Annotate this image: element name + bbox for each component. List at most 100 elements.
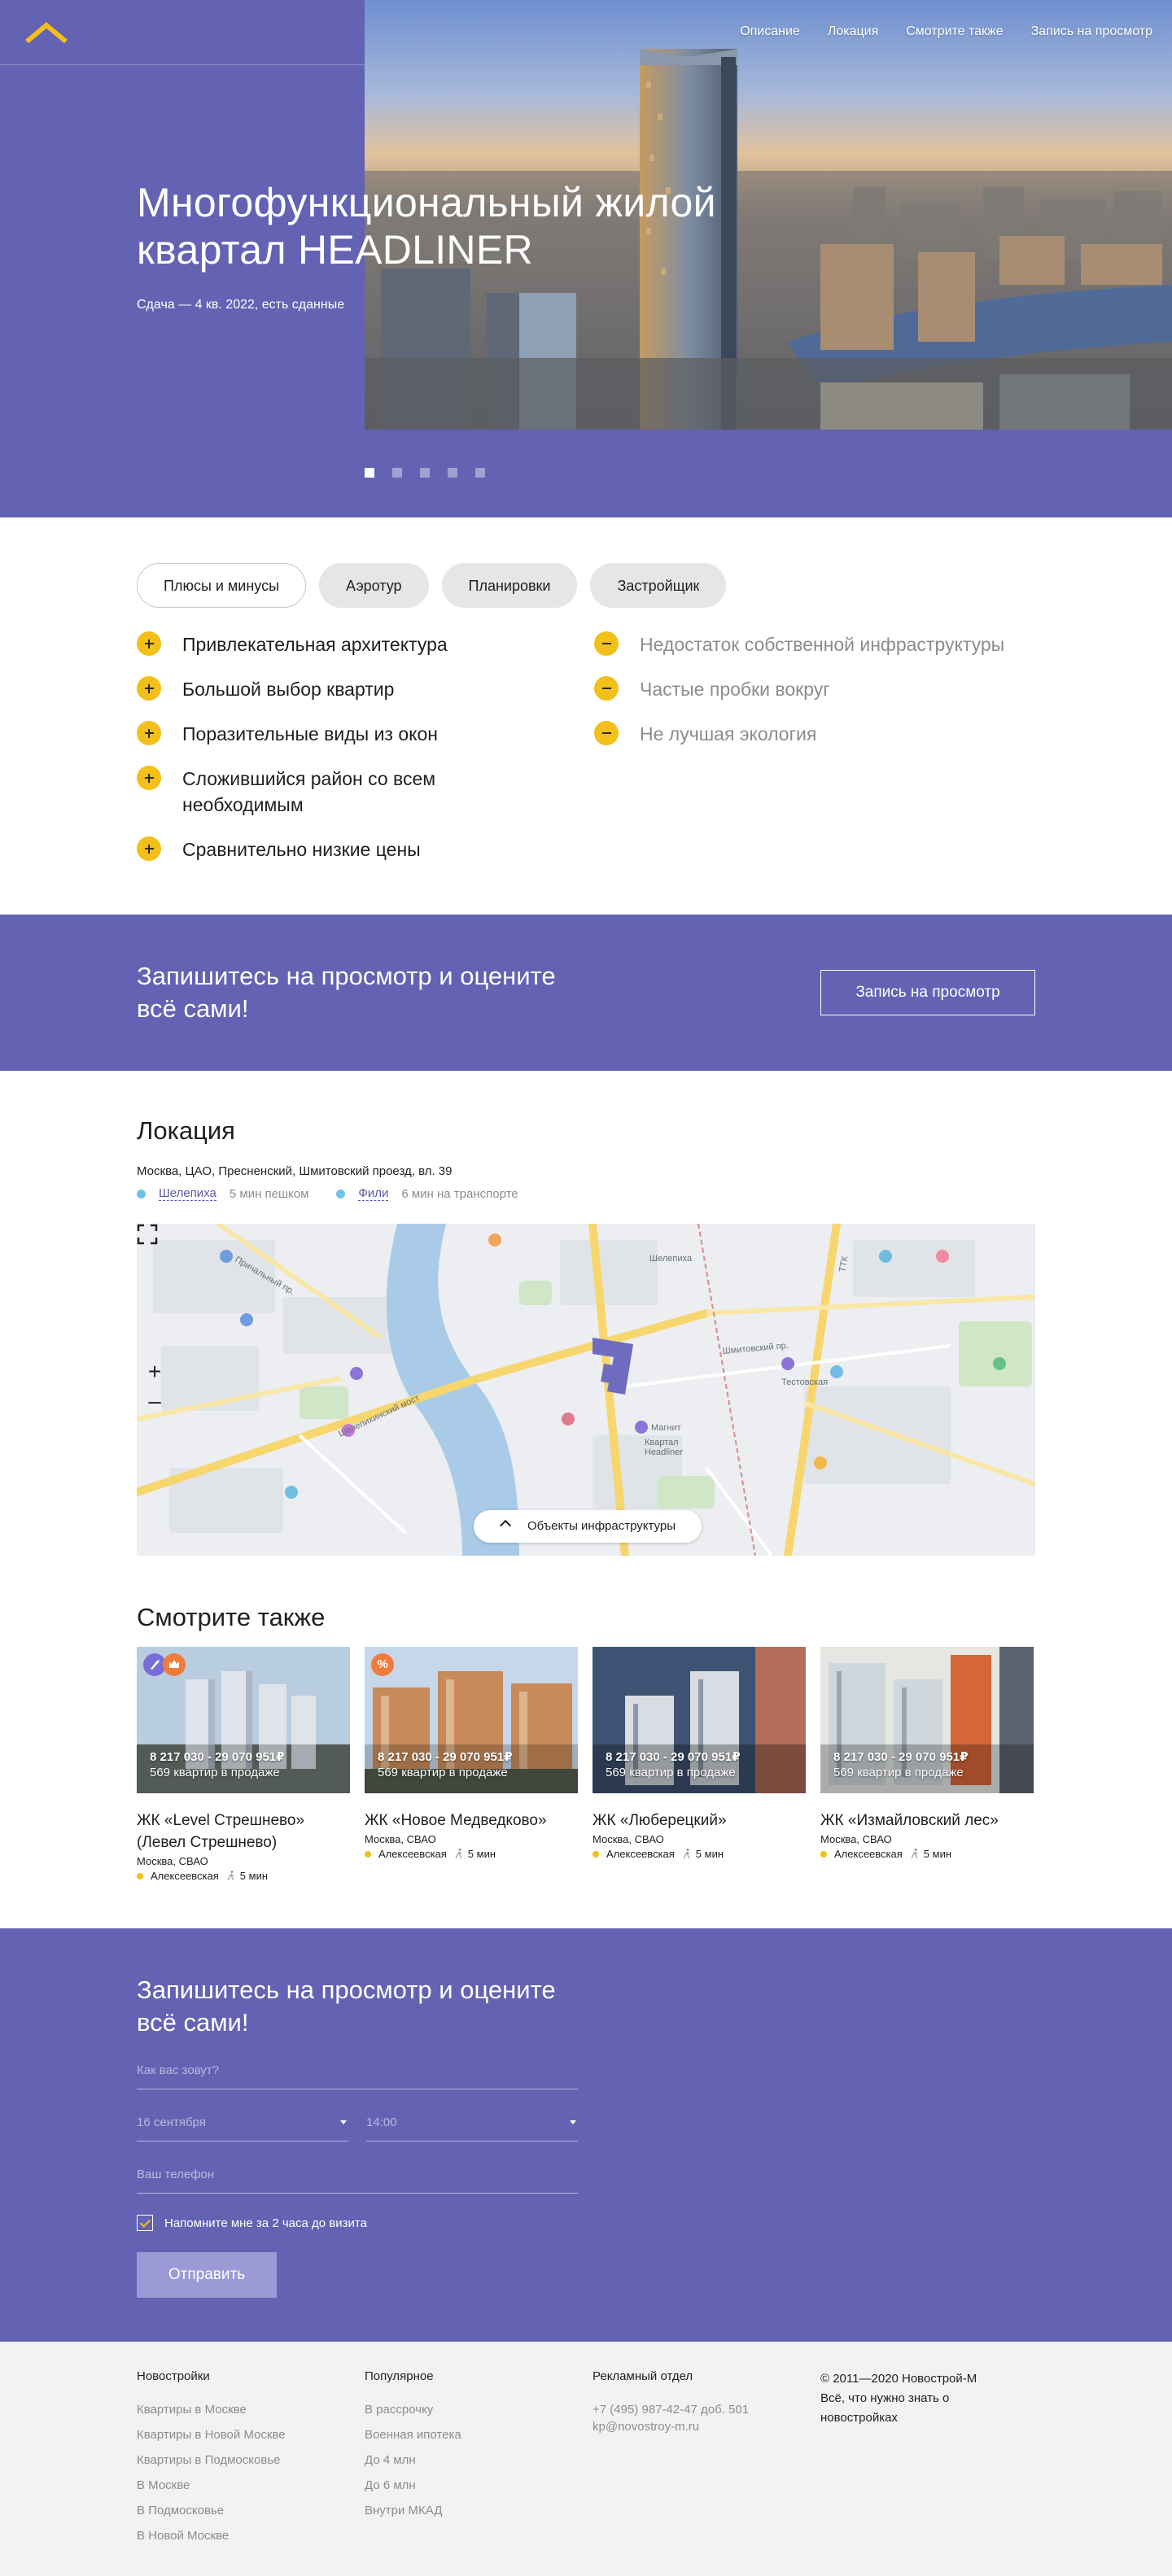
footer-phone-link[interactable]: +7 (495) 987-42-47 доб. 501 [593, 2403, 804, 2417]
listing-metro: Алексеевская 5 мин [365, 1848, 578, 1860]
booking-button[interactable]: Запись на просмотр [820, 970, 1035, 1015]
slider-dots [365, 468, 485, 478]
footer-email-link[interactable]: kp@novostroy-m.ru [593, 2420, 804, 2434]
footer-link[interactable]: Квартиры в Новой Москве [137, 2428, 348, 2442]
nav-see-also[interactable]: Смотрите также [906, 24, 1003, 39]
con-item: Недостаток собственной инфраструктуры [594, 631, 1082, 657]
time-select[interactable]: 14:00 [366, 2115, 578, 2142]
minus-icon [594, 631, 619, 656]
fullscreen-icon[interactable] [137, 1224, 158, 1245]
footer-heading: Новостройки [137, 2369, 210, 2383]
metro-time: 5 мин пешком [229, 1186, 309, 1201]
infrastructure-toggle-button[interactable]: Объекты инфраструктуры [474, 1510, 702, 1543]
tagline-line1: Всё, что нужно знать о [820, 2391, 950, 2405]
tab-aerotour[interactable]: Аэротур [319, 563, 429, 608]
listing-name[interactable]: ЖК «Новое Медведково» [365, 1810, 578, 1832]
listing-photo: 8 217 030 - 29 070 951₽ 569 квартир в пр… [137, 1647, 350, 1793]
footer-link[interactable]: До 6 млн [365, 2478, 576, 2492]
location-map[interactable]: Причальный пр. Шелепихинский мост Шмитов… [137, 1224, 1035, 1556]
slider-dot[interactable] [448, 468, 457, 478]
slider-dot[interactable] [420, 468, 430, 478]
pro-item: Привлекательная архитектура [137, 631, 495, 657]
name-field[interactable]: Как вас зовут? [137, 2063, 578, 2089]
footer-link[interactable]: В Москве [137, 2478, 348, 2492]
con-item: Не лучшая экология [594, 721, 1082, 747]
listing-card[interactable]: 8 217 030 - 29 070 951₽ 569 квартир в пр… [593, 1647, 806, 1882]
metro-station-link[interactable]: Фили [358, 1186, 389, 1201]
tagline-line2: новостройках [820, 2411, 898, 2425]
map-poi-label: Шелепиха [649, 1254, 693, 1264]
footer-link[interactable]: В Новой Москве [137, 2529, 348, 2543]
metro-station-link[interactable]: Шелепиха [159, 1186, 216, 1201]
listing-card[interactable]: 8 217 030 - 29 070 951₽ 569 квартир в пр… [820, 1647, 1034, 1882]
chevron-down-icon [570, 2120, 576, 2124]
footer-link[interactable]: Квартиры в Москве [137, 2403, 348, 2417]
nav-description[interactable]: Описание [740, 24, 800, 39]
footer-col-popular: Популярное В рассрочку Военная ипотека Д… [365, 2369, 576, 2529]
plus-icon [137, 766, 161, 790]
hero-title: Многофункциональный жилой квартал HEADLI… [137, 179, 837, 273]
footer-link[interactable]: Квартиры в Подмосковье [137, 2453, 348, 2467]
hero-title-line1: Многофункциональный жилой [137, 180, 716, 225]
footer-col-ads: Рекламный отдел +7 (495) 987-42-47 доб. … [593, 2369, 804, 2445]
footer-link[interactable]: В Подмосковье [137, 2504, 348, 2517]
phone-field[interactable]: Ваш телефон [137, 2168, 578, 2194]
pros-list: Привлекательная архитектура Большой выбо… [137, 631, 495, 881]
slider-dot[interactable] [475, 468, 485, 478]
footer-link[interactable]: Внутри МКАД [365, 2504, 576, 2517]
listing-photo: 8 217 030 - 29 070 951₽ 569 квартир в пр… [820, 1647, 1034, 1793]
pro-item: Большой выбор квартир [137, 676, 495, 702]
minus-icon [594, 721, 619, 745]
nav-booking[interactable]: Запись на просмотр [1031, 24, 1152, 39]
listing-card[interactable]: % 8 217 030 - 29 070 951₽ 569 квартир в … [365, 1647, 578, 1882]
tab-developer[interactable]: Застройщик [590, 563, 727, 608]
time-value: 14:00 [366, 2115, 397, 2129]
listing-name[interactable]: ЖК «Люберецкий» [593, 1810, 806, 1832]
chevron-up-icon [499, 1519, 512, 1532]
footer-link[interactable]: До 4 млн [365, 2453, 576, 2467]
listing-card[interactable]: 8 217 030 - 29 070 951₽ 569 квартир в пр… [137, 1647, 350, 1882]
plus-icon [137, 836, 161, 861]
footer-col-copyright: © 2011—2020 Новострой-М Всё, что нужно з… [820, 2369, 1032, 2428]
walk-icon [227, 1871, 234, 1881]
zoom-in-button[interactable]: + [143, 1360, 166, 1383]
pro-item: Поразительные виды из окон [137, 721, 495, 747]
location-address: Москва, ЦАО, Пресненский, Шмитовский про… [137, 1164, 453, 1178]
plus-icon [137, 631, 161, 656]
minus-icon [594, 676, 619, 701]
slider-dot[interactable] [392, 468, 402, 478]
con-text: Недостаток собственной инфраструктуры [640, 634, 1005, 655]
pro-item: Сложившийся район со всем необходимым [137, 766, 495, 818]
listing-photo: 8 217 030 - 29 070 951₽ 569 квартир в пр… [593, 1647, 806, 1793]
metro-line-dot [336, 1189, 346, 1198]
slider-dot[interactable] [365, 468, 374, 478]
footer-link[interactable]: Военная ипотека [365, 2428, 576, 2442]
metro-line-dot [137, 1872, 143, 1880]
listing-metro-name: Алексеевская [151, 1870, 219, 1882]
pro-text: Сложившийся район со всем необходимым [182, 768, 436, 815]
metro-line-dot [365, 1850, 371, 1858]
listing-region: Москва, СВАО [137, 1855, 208, 1867]
zoom-out-button[interactable]: – [143, 1390, 166, 1412]
reminder-checkbox[interactable] [137, 2215, 153, 2231]
copyright-text: © 2011—2020 Новострой-М [820, 2372, 977, 2386]
listing-name[interactable]: ЖК «Измайловский лес» [820, 1810, 1034, 1832]
cta-text: Запишитесь на просмотр и оцените всё сам… [137, 962, 556, 1023]
nav-location[interactable]: Локация [828, 24, 878, 39]
listing-price: 8 217 030 - 29 070 951₽ [606, 1750, 741, 1764]
submit-button[interactable]: Отправить [137, 2252, 277, 2298]
main-nav: Описание Локация Смотрите также Запись н… [740, 24, 1152, 39]
date-select[interactable]: 16 сентября [137, 2115, 348, 2142]
listing-metro: Алексеевская 5 мин [820, 1848, 1034, 1860]
tab-pros-cons[interactable]: Плюсы и минусы [137, 563, 307, 608]
metro-item: Шелепиха 5 мин пешком [137, 1186, 308, 1201]
logo-icon[interactable] [24, 21, 68, 44]
listing-name[interactable]: ЖК «Level Стрешнево» (Левел Стрешнево) [137, 1810, 350, 1853]
see-also-title: Смотрите также [137, 1603, 326, 1631]
footer-heading: Рекламный отдел [593, 2369, 693, 2383]
tab-layouts[interactable]: Планировки [441, 563, 578, 608]
pro-text: Сравнительно низкие цены [182, 839, 421, 860]
location-title: Локация [137, 1116, 235, 1145]
footer-link[interactable]: В рассрочку [365, 2403, 576, 2417]
listing-price: 8 217 030 - 29 070 951₽ [378, 1750, 513, 1764]
